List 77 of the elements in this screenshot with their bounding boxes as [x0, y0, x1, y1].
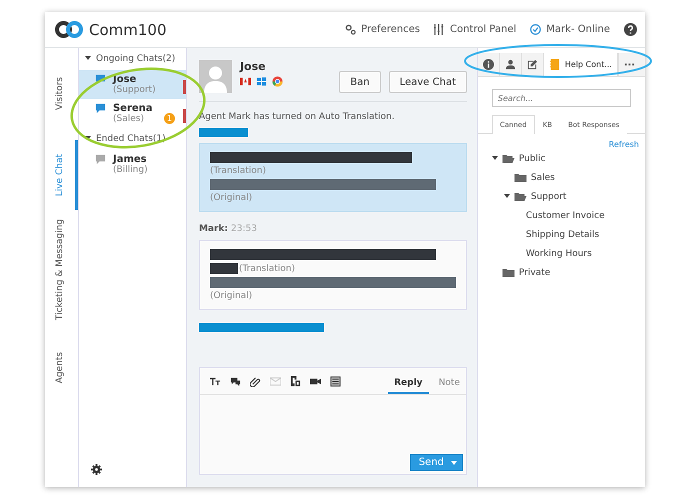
redacted-text	[210, 263, 238, 274]
original-label: (Original)	[210, 291, 254, 301]
visitor-name: Jose	[240, 60, 267, 73]
chat-action-button[interactable]: Ban	[339, 71, 381, 93]
caret-icon[interactable]	[84, 135, 91, 141]
agent-status[interactable]: Mark- Online	[546, 24, 610, 35]
canned-response[interactable]: Working Hours	[526, 248, 592, 258]
book-icon	[548, 59, 560, 70]
open-folder-icon	[502, 152, 515, 164]
visitor-name: James	[112, 154, 148, 165]
folder-icon	[514, 172, 527, 184]
author-name: Mark:	[198, 224, 228, 234]
status-marker	[182, 80, 186, 94]
composer-tab[interactable]: Note	[432, 372, 466, 394]
canned-response[interactable]: Shipping Details	[526, 230, 600, 240]
message-time: 23:53	[231, 224, 257, 234]
caret-icon[interactable]	[84, 55, 91, 61]
edit-icon	[526, 59, 538, 70]
folder-label[interactable]: Support	[530, 192, 566, 202]
folder-label[interactable]: Sales	[530, 172, 555, 182]
folder-label[interactable]: Private	[518, 268, 550, 278]
side-tab[interactable]: Ticketing & Messaging	[45, 210, 78, 330]
avatar-icon	[198, 60, 232, 93]
canned-response[interactable]: Customer Invoice	[526, 210, 605, 220]
chat-action-button[interactable]: Leave Chat	[388, 71, 467, 93]
visitor-name: Serena	[112, 103, 153, 114]
logo-text: Comm100	[89, 20, 167, 38]
folder-icon	[502, 266, 515, 278]
search-field[interactable]: Search...	[492, 89, 631, 107]
info-icon	[482, 59, 494, 70]
windows-icon	[256, 76, 267, 87]
system-message: Agent Mark has turned on Auto Translation.	[198, 112, 396, 122]
settings-icon	[90, 464, 102, 475]
caret-icon[interactable]	[492, 154, 498, 160]
help-icon	[624, 23, 637, 36]
screen-share-icon[interactable]	[290, 376, 301, 386]
side-tab[interactable]: Agents	[45, 330, 78, 405]
logo-icon	[55, 21, 83, 38]
chat-bubble-icon	[94, 103, 106, 114]
translation-label: (Translation)	[210, 166, 266, 176]
original-label: (Original)	[210, 193, 254, 203]
chat-item[interactable]: Serena (Sales) 1	[78, 99, 186, 128]
chat-bubble-icon	[94, 154, 106, 165]
check-circle-icon	[530, 24, 542, 35]
side-tab[interactable]: Visitors	[45, 48, 78, 140]
chat-bubbles-icon[interactable]	[230, 376, 241, 386]
person-icon	[504, 59, 516, 70]
caret-icon[interactable]	[504, 192, 510, 198]
browser-icon	[272, 76, 283, 87]
department: (Sales)	[112, 114, 145, 124]
panel-tab[interactable]	[478, 53, 500, 76]
font-size-icon[interactable]	[210, 376, 221, 386]
folder-label[interactable]: Public	[518, 154, 546, 164]
chat-item[interactable]: James (Billing)	[78, 150, 186, 179]
visitor-name: Jose	[112, 74, 138, 85]
header-link[interactable]: Control Panel	[450, 24, 516, 35]
sliders-icon	[434, 24, 445, 35]
unread-badge: 1	[164, 113, 175, 124]
group-heading[interactable]: Ongoing Chats(2)	[96, 54, 176, 64]
department: (Billing)	[112, 165, 148, 175]
gears-icon	[345, 24, 356, 35]
group-heading[interactable]: Ended Chats(1)	[96, 134, 166, 144]
open-folder-icon	[514, 190, 527, 202]
department: (Support)	[112, 85, 156, 95]
panel-tab[interactable]	[522, 53, 544, 76]
header-link[interactable]: Preferences	[361, 24, 420, 35]
reply-editor[interactable]: Reply Note Send	[198, 367, 467, 475]
chat-item[interactable]: Jose (Support)	[78, 70, 186, 99]
redacted-name	[198, 128, 248, 137]
status-marker	[182, 109, 186, 123]
translation-label: (Translation)	[238, 264, 296, 274]
composer-tab[interactable]: Reply	[388, 372, 429, 394]
flag-icon	[240, 76, 251, 87]
transcript-icon[interactable]	[330, 376, 341, 386]
caret-icon	[450, 460, 457, 466]
refresh-link[interactable]: Refresh	[608, 140, 639, 149]
paperclip-icon[interactable]	[250, 376, 261, 386]
